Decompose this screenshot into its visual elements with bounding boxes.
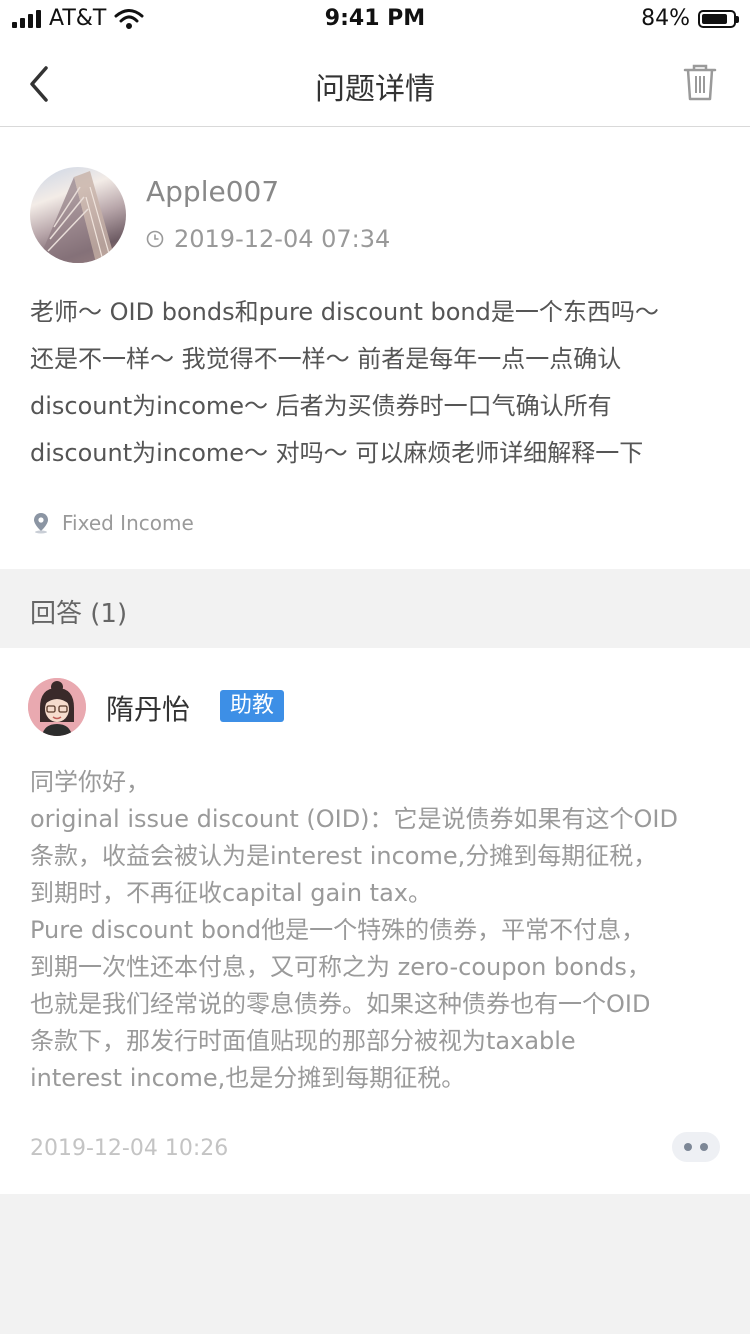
answer-card: 隋丹怡 助教 同学你好， original issue discount (OI… <box>0 648 750 1194</box>
battery-icon <box>698 9 739 28</box>
clock-icon <box>146 230 164 248</box>
answer-line: 条款下，那发行时面值贴现的那部分被视为taxable <box>30 1027 576 1055</box>
answer-line: 到期一次性还本付息，又可称之为 zero-coupon bonds， <box>30 953 651 981</box>
trash-icon[interactable] <box>682 62 718 102</box>
answer-line: 条款，收益会被认为是interest income,分摊到每期征税， <box>30 842 658 870</box>
answer-line: 也就是我们经常说的零息债券。如果这种债券也有一个OID <box>30 990 651 1018</box>
status-bar: AT&T 9:41 PM 84% <box>0 0 750 40</box>
nav-bar: 问题详情 <box>0 40 750 127</box>
username[interactable]: Apple007 <box>146 175 279 208</box>
category-tag[interactable]: Fixed Income <box>32 511 194 535</box>
category-label: Fixed Income <box>62 511 194 535</box>
answers-header: 回答 (1) <box>0 569 750 647</box>
question-text: 老师～ OID bonds和pure discount bond是一个东西吗～ … <box>30 289 720 477</box>
question-line: 老师～ OID bonds和pure discount bond是一个东西吗～ <box>30 298 659 326</box>
answer-line: original issue discount (OID)：它是说债券如果有这个… <box>30 805 678 833</box>
avatar[interactable] <box>28 678 86 736</box>
answer-line: Pure discount bond他是一个特殊的债券，平常不付息， <box>30 916 646 944</box>
status-time: 9:41 PM <box>324 6 426 31</box>
answers-count-label: 回答 (1) <box>30 599 128 629</box>
answerer-name[interactable]: 隋丹怡 <box>106 688 190 728</box>
location-pin-icon <box>34 513 48 534</box>
question-time-text: 2019-12-04 07:34 <box>174 225 391 253</box>
avatar[interactable] <box>30 167 126 263</box>
answer-line: 到期时，不再征收capital gain tax。 <box>30 879 432 907</box>
question-line: discount为income～ 对吗～ 可以麻烦老师详细解释一下 <box>30 439 644 467</box>
answer-text: 同学你好， original issue discount (OID)：它是说债… <box>30 764 722 1097</box>
question-time: 2019-12-04 07:34 <box>146 225 390 253</box>
role-badge: 助教 <box>220 690 285 722</box>
page-title: 问题详情 <box>315 72 435 107</box>
answer-line: interest income,也是分摊到每期征税。 <box>30 1064 466 1092</box>
question-line: 还是不一样～ 我觉得不一样～ 前者是每年一点一点确认 <box>30 345 622 373</box>
answer-time: 2019-12-04 10:26 <box>30 1136 229 1161</box>
cartoon-avatar-icon <box>28 678 86 736</box>
question-line: discount为income～ 后者为买债券时一口气确认所有 <box>30 392 612 420</box>
battery-percent: 84% <box>641 6 690 31</box>
more-options-button[interactable] <box>672 1132 720 1162</box>
question-card: Apple007 2019-12-04 07:34 老师～ OID bonds和… <box>0 127 750 569</box>
more-dot-icon <box>684 1143 692 1151</box>
answer-line: 同学你好， <box>30 768 150 796</box>
building-photo <box>40 171 116 263</box>
more-dot-icon <box>700 1143 708 1151</box>
battery: 84% <box>641 6 739 31</box>
battery-fill <box>702 13 728 24</box>
